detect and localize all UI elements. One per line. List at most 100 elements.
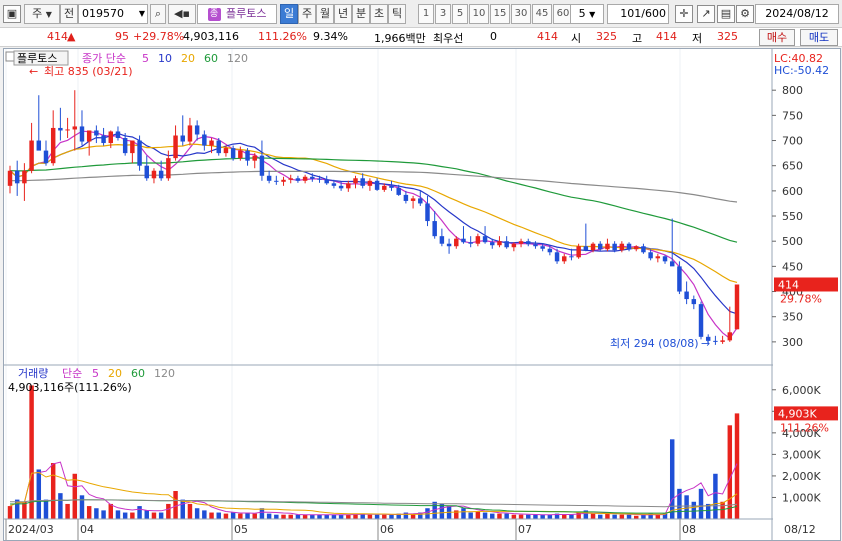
volume-icon[interactable]: ◀▪: [168, 4, 196, 24]
volume-bar: [490, 513, 495, 519]
volume-bar: [439, 503, 445, 519]
stock-name-field[interactable]: 종 플루토스: [197, 4, 277, 24]
volume-bar: [58, 493, 63, 519]
candle-body: [626, 243, 632, 250]
market-select[interactable]: 주 ▼: [24, 4, 60, 24]
volume-bar: [151, 512, 157, 519]
price-tick-label: 450: [782, 260, 803, 273]
candle-body: [403, 194, 409, 201]
candle-body: [29, 140, 34, 171]
save-icon[interactable]: ▤: [717, 5, 735, 23]
chevron-down-icon: ▼: [138, 9, 145, 18]
candle-body: [540, 246, 545, 249]
legend-ma-5: 5: [92, 367, 99, 380]
candle-body: [230, 148, 236, 159]
candle-body: [238, 150, 243, 159]
volume-bar: [238, 513, 243, 519]
period-tab[interactable]: 주: [298, 4, 316, 24]
up-arrow-icon: ▲: [67, 30, 76, 43]
candle-body: [43, 150, 49, 164]
candle-body: [101, 135, 106, 144]
period-tab[interactable]: 틱: [388, 4, 406, 24]
interval-tab[interactable]: 3: [435, 4, 451, 24]
period-tab[interactable]: 일: [280, 4, 298, 24]
interval-value: 5: [578, 7, 586, 20]
period-tab[interactable]: 분: [352, 4, 370, 24]
interval-tab[interactable]: 1: [418, 4, 434, 24]
volume-bar: [461, 508, 466, 519]
volume-bar: [94, 508, 99, 519]
price-volume-chart[interactable]: 3003504004505005506006507007508001,000K2…: [4, 49, 840, 540]
volume-bar: [36, 469, 42, 519]
settings-gear-icon[interactable]: ⚙: [736, 5, 754, 23]
time-tick-label: 08/12: [784, 523, 816, 536]
stock-badge: 종: [207, 7, 221, 21]
interval-select[interactable]: 5 ▼: [570, 4, 604, 24]
candle-body: [454, 238, 459, 247]
candle-body: [691, 299, 697, 305]
candle-body: [396, 187, 401, 195]
candle-body: [554, 252, 560, 262]
candle-body: [180, 135, 185, 142]
current-price: 414: [47, 30, 68, 43]
volume-bar: [7, 506, 13, 519]
volume-bar: [302, 514, 308, 519]
candle-body: [598, 243, 603, 250]
candle-body: [713, 340, 718, 342]
open-label: 시: [571, 32, 582, 45]
legend-ma-120: 120: [227, 52, 248, 65]
candle-body: [58, 127, 63, 131]
chart-window: ▣ 주 ▼ 전 019570 ▼ ⌕ ◀▪ 종 플루토스 일주월년분초틱 135…: [0, 0, 842, 541]
sell-button[interactable]: 매도: [800, 29, 838, 46]
candle-body: [684, 291, 689, 300]
count-field[interactable]: 101/600: [607, 4, 669, 24]
chevron-down-icon: ▼: [45, 10, 52, 19]
period-tab[interactable]: 초: [370, 4, 388, 24]
candle-body: [151, 170, 157, 179]
period-tab[interactable]: 년: [334, 4, 352, 24]
trend-tool-icon[interactable]: ↗: [697, 5, 715, 23]
candle-body: [497, 241, 502, 246]
candle-body: [79, 126, 85, 142]
volume-bar: [288, 514, 293, 519]
candle-body: [331, 183, 337, 186]
search-icon[interactable]: ⌕: [150, 4, 166, 24]
volume-bar: [317, 514, 322, 519]
chart-area[interactable]: 300 350 400 450 500 550 600 650 700 750 800 1,000K 2…: [3, 48, 841, 541]
time-tick-label: 2024/03: [8, 523, 54, 536]
volume-value: 4,903,116: [183, 30, 239, 43]
candle-body: [115, 131, 121, 139]
period-tab[interactable]: 월: [316, 4, 334, 24]
turnover-pct: 9.34%: [313, 30, 348, 43]
volume-bar: [122, 512, 128, 519]
volume-bar: [115, 510, 121, 519]
volume-bar: [526, 514, 531, 519]
prev-button[interactable]: 전: [60, 4, 78, 24]
volume-tick-label: 3,000K: [782, 448, 821, 461]
candle-body: [14, 170, 20, 184]
price-tick-label: 700: [782, 135, 803, 148]
crosshair-icon[interactable]: ✛: [675, 5, 693, 23]
date-field[interactable]: 2024/08/12: [755, 4, 839, 24]
candle-body: [367, 180, 373, 186]
volume-bar: [511, 514, 517, 519]
volume-bar: [331, 514, 337, 519]
volume-bar: [50, 463, 56, 519]
interval-tab[interactable]: 10: [469, 4, 489, 24]
volume-bar: [101, 510, 106, 519]
quote-bar: 414 ▲ 95 +29.78% 4,903,116 111.26% 9.34%…: [0, 28, 842, 47]
hc-label: HC:-50.42: [774, 64, 829, 77]
candle-body: [252, 155, 257, 161]
volume-bar: [468, 512, 473, 519]
volume-bar: [274, 514, 279, 519]
chart-type-icon[interactable]: ▣: [3, 5, 21, 23]
legend-ma-10: 10: [158, 52, 172, 65]
interval-tab[interactable]: 5: [452, 4, 468, 24]
interval-tab[interactable]: 15: [490, 4, 510, 24]
interval-tab[interactable]: 30: [511, 4, 531, 24]
buy-button[interactable]: 매수: [759, 29, 795, 46]
volume-bar: [72, 473, 78, 519]
interval-tab[interactable]: 45: [532, 4, 552, 24]
trade-amount: 1,966백만: [374, 32, 426, 45]
stock-code-input[interactable]: 019570 ▼: [78, 4, 148, 24]
